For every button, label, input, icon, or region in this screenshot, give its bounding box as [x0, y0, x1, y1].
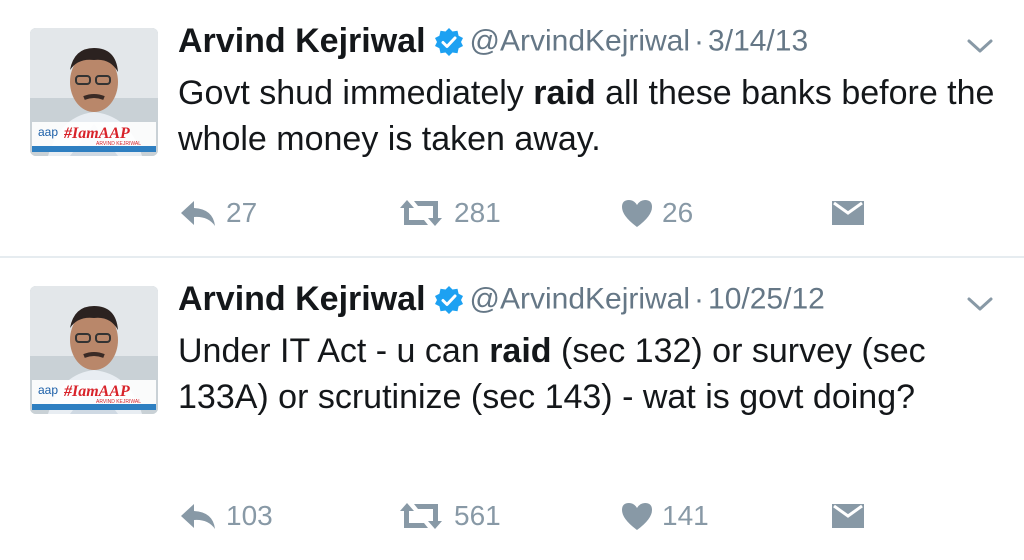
- tweet-text-bold: raid: [489, 332, 552, 370]
- tweet-text-segment: Under IT Act - u can: [178, 332, 490, 370]
- direct-message-icon: [832, 201, 864, 225]
- tweet-card[interactable]: aap #IamAAP ARVIND KEJRIWAL Arvind Kejri…: [0, 0, 1024, 257]
- like-count: 141: [662, 500, 709, 531]
- aap-logo: aap: [38, 383, 58, 397]
- tweet-header: Arvind Kejriwal @ArvindKejriwal · 10/25/12: [178, 280, 825, 324]
- retweet-button[interactable]: 281: [396, 193, 501, 233]
- tweet-text-segment: Govt shud immediately: [178, 74, 534, 112]
- separator-dot: ·: [694, 24, 705, 58]
- retweet-icon: [400, 503, 442, 529]
- retweet-button[interactable]: 561: [396, 496, 501, 536]
- author-handle[interactable]: @ArvindKejriwal: [470, 283, 691, 316]
- avatar-tag: #IamAAP: [63, 125, 130, 142]
- tweet-date[interactable]: 10/25/12: [708, 283, 825, 316]
- like-button[interactable]: 26: [620, 193, 693, 233]
- author-name[interactable]: Arvind Kejriwal: [178, 22, 426, 60]
- like-count: 26: [662, 197, 694, 228]
- like-heart-icon: [622, 503, 652, 530]
- reply-icon: [181, 504, 215, 529]
- tweet-card[interactable]: aap #IamAAP ARVIND KEJRIWAL Arvind Kejri…: [0, 258, 1024, 560]
- reply-count: 27: [226, 197, 258, 228]
- direct-message-button[interactable]: [830, 193, 866, 233]
- direct-message-icon: [832, 504, 864, 528]
- reply-count: 103: [226, 500, 273, 531]
- aap-logo: aap: [38, 125, 58, 139]
- direct-message-button[interactable]: [830, 496, 866, 536]
- tweet-date[interactable]: 3/14/13: [708, 25, 808, 58]
- reply-button[interactable]: 103: [178, 496, 273, 536]
- reply-icon: [181, 201, 215, 226]
- separator-dot: ·: [694, 282, 705, 316]
- retweet-count: 281: [454, 197, 501, 228]
- avatar[interactable]: aap #IamAAP ARVIND KEJRIWAL: [30, 28, 158, 156]
- tweet-header: Arvind Kejriwal @ArvindKejriwal · 3/14/13: [178, 22, 808, 66]
- tweet-text-bold: raid: [533, 74, 596, 112]
- retweet-icon: [400, 200, 442, 226]
- author-handle[interactable]: @ArvindKejriwal: [470, 25, 691, 58]
- like-heart-icon: [622, 200, 652, 227]
- reply-button[interactable]: 27: [178, 193, 257, 233]
- verified-badge-icon: [434, 285, 464, 315]
- tweet-text: Govt shud immediately raid all these ban…: [178, 70, 998, 162]
- avatar[interactable]: aap #IamAAP ARVIND KEJRIWAL: [30, 286, 158, 414]
- author-name[interactable]: Arvind Kejriwal: [178, 280, 426, 318]
- like-button[interactable]: 141: [620, 496, 709, 536]
- chevron-down-icon[interactable]: [966, 294, 994, 314]
- tweet-text: Under IT Act - u can raid (sec 132) or s…: [178, 328, 998, 420]
- retweet-count: 561: [454, 500, 501, 531]
- avatar-tag: #IamAAP: [63, 383, 130, 400]
- verified-badge-icon: [434, 27, 464, 57]
- chevron-down-icon[interactable]: [966, 36, 994, 56]
